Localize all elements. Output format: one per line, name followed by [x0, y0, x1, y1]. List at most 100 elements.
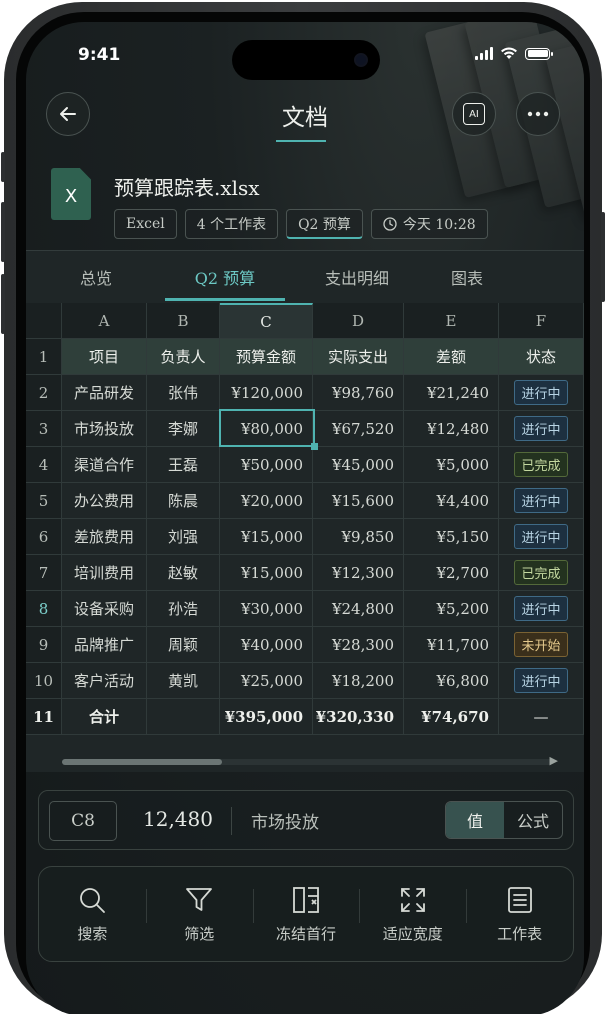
row-number[interactable]: 6	[26, 519, 62, 555]
header-cell-status[interactable]: 状态	[499, 339, 584, 375]
budget-cell[interactable]: ¥15,000	[220, 555, 313, 591]
item-cell[interactable]: 设备采购	[62, 591, 147, 627]
budget-cell[interactable]: ¥25,000	[220, 663, 313, 699]
item-cell[interactable]: 培训费用	[62, 555, 147, 591]
owner-cell[interactable]: 王磊	[147, 447, 220, 483]
owner-cell[interactable]: 周颖	[147, 627, 220, 663]
row-number[interactable]: 7	[26, 555, 62, 591]
budget-cell[interactable]: ¥120,000	[220, 375, 313, 411]
owner-cell[interactable]: 李娜	[147, 411, 220, 447]
diff-cell[interactable]: ¥5,000	[404, 447, 499, 483]
diff-cell[interactable]: ¥5,150	[404, 519, 499, 555]
formula-mode-button[interactable]: 公式	[504, 802, 562, 838]
fill-handle[interactable]	[311, 443, 318, 450]
item-cell[interactable]: 品牌推广	[62, 627, 147, 663]
actual-cell[interactable]: ¥9,850	[313, 519, 404, 555]
tab-charts[interactable]: 图表	[432, 265, 502, 289]
select-all-corner[interactable]	[26, 303, 62, 339]
row-number[interactable]: 3	[26, 411, 62, 447]
diff-cell[interactable]: ¥12,480	[404, 411, 499, 447]
status-cell[interactable]: 进行中	[499, 663, 584, 699]
filter-button[interactable]: 筛选	[145, 867, 253, 961]
owner-cell[interactable]: 孙浩	[147, 591, 220, 627]
row-number[interactable]: 4	[26, 447, 62, 483]
diff-cell[interactable]: ¥4,400	[404, 483, 499, 519]
header-cell-actual[interactable]: 实际支出	[313, 339, 404, 375]
status-cell[interactable]: 未开始	[499, 627, 584, 663]
total-actual-cell[interactable]: ¥320,330	[313, 699, 404, 735]
total-diff-cell[interactable]: ¥74,670	[404, 699, 499, 735]
cell-reference[interactable]: C8	[49, 801, 117, 841]
owner-cell[interactable]: 黄凯	[147, 663, 220, 699]
item-cell[interactable]: 产品研发	[62, 375, 147, 411]
header-cell-item[interactable]: 项目	[62, 339, 147, 375]
owner-cell[interactable]: 陈晨	[147, 483, 220, 519]
item-cell[interactable]: 客户活动	[62, 663, 147, 699]
diff-cell[interactable]: ¥11,700	[404, 627, 499, 663]
diff-cell[interactable]: ¥5,200	[404, 591, 499, 627]
column-header-d[interactable]: D	[313, 303, 404, 339]
row-number[interactable]: 5	[26, 483, 62, 519]
row-number[interactable]: 8	[26, 591, 62, 627]
scrollbar-thumb[interactable]	[62, 759, 222, 765]
actual-cell[interactable]: ¥98,760	[313, 375, 404, 411]
row-number[interactable]: 11	[26, 699, 62, 735]
row-number[interactable]: 9	[26, 627, 62, 663]
row-number[interactable]: 2	[26, 375, 62, 411]
fit-width-button[interactable]: 适应宽度	[359, 867, 466, 961]
item-cell[interactable]: 差旅费用	[62, 519, 147, 555]
actual-cell[interactable]: ¥28,300	[313, 627, 404, 663]
owner-cell[interactable]: 赵敏	[147, 555, 220, 591]
column-header-a[interactable]: A	[62, 303, 147, 339]
budget-cell[interactable]: ¥30,000	[220, 591, 313, 627]
item-cell[interactable]: 市场投放	[62, 411, 147, 447]
status-cell[interactable]: 已完成	[499, 555, 584, 591]
item-cell[interactable]: 办公费用	[62, 483, 147, 519]
cell-value[interactable]: 12,480	[143, 807, 213, 831]
ai-button[interactable]: AI	[452, 92, 496, 136]
status-cell[interactable]: 进行中	[499, 483, 584, 519]
freeze-first-row-button[interactable]: 冻结首行	[252, 867, 360, 961]
column-header-c[interactable]: C	[220, 303, 313, 339]
total-status-cell[interactable]: —	[499, 699, 584, 735]
worksheet-button[interactable]: 工作表	[466, 867, 573, 961]
status-cell[interactable]: 进行中	[499, 375, 584, 411]
actual-cell[interactable]: ¥12,300	[313, 555, 404, 591]
diff-cell[interactable]: ¥21,240	[404, 375, 499, 411]
header-cell-budget[interactable]: 预算金额	[220, 339, 313, 375]
budget-cell[interactable]: ¥15,000	[220, 519, 313, 555]
column-header-b[interactable]: B	[147, 303, 220, 339]
search-button[interactable]: 搜索	[39, 867, 146, 961]
status-cell[interactable]: 进行中	[499, 591, 584, 627]
scroll-right-icon[interactable]: ▶	[550, 754, 558, 767]
header-cell-diff[interactable]: 差额	[404, 339, 499, 375]
actual-cell[interactable]: ¥24,800	[313, 591, 404, 627]
row-number[interactable]: 1	[26, 339, 62, 375]
column-header-e[interactable]: E	[404, 303, 499, 339]
row-number[interactable]: 10	[26, 663, 62, 699]
total-label-cell[interactable]: 合计	[62, 699, 147, 735]
status-cell[interactable]: 已完成	[499, 447, 584, 483]
owner-cell[interactable]: 刘强	[147, 519, 220, 555]
total-owner-cell[interactable]	[147, 699, 220, 735]
actual-cell[interactable]: ¥67,520	[313, 411, 404, 447]
actual-cell[interactable]: ¥15,600	[313, 483, 404, 519]
horizontal-scrollbar[interactable]	[62, 759, 552, 765]
diff-cell[interactable]: ¥6,800	[404, 663, 499, 699]
more-button[interactable]	[516, 92, 560, 136]
value-mode-button[interactable]: 值	[446, 802, 504, 838]
status-cell[interactable]: 进行中	[499, 411, 584, 447]
actual-cell[interactable]: ¥45,000	[313, 447, 404, 483]
budget-cell[interactable]: ¥50,000	[220, 447, 313, 483]
tab-overview[interactable]: 总览	[66, 265, 126, 289]
budget-cell[interactable]: ¥80,000	[220, 411, 313, 447]
column-header-f[interactable]: F	[499, 303, 584, 339]
diff-cell[interactable]: ¥2,700	[404, 555, 499, 591]
actual-cell[interactable]: ¥18,200	[313, 663, 404, 699]
total-budget-cell[interactable]: ¥395,000	[220, 699, 313, 735]
header-cell-owner[interactable]: 负责人	[147, 339, 220, 375]
owner-cell[interactable]: 张伟	[147, 375, 220, 411]
item-cell[interactable]: 渠道合作	[62, 447, 147, 483]
tab-q2-budget[interactable]: Q2 预算	[165, 265, 285, 289]
budget-cell[interactable]: ¥40,000	[220, 627, 313, 663]
